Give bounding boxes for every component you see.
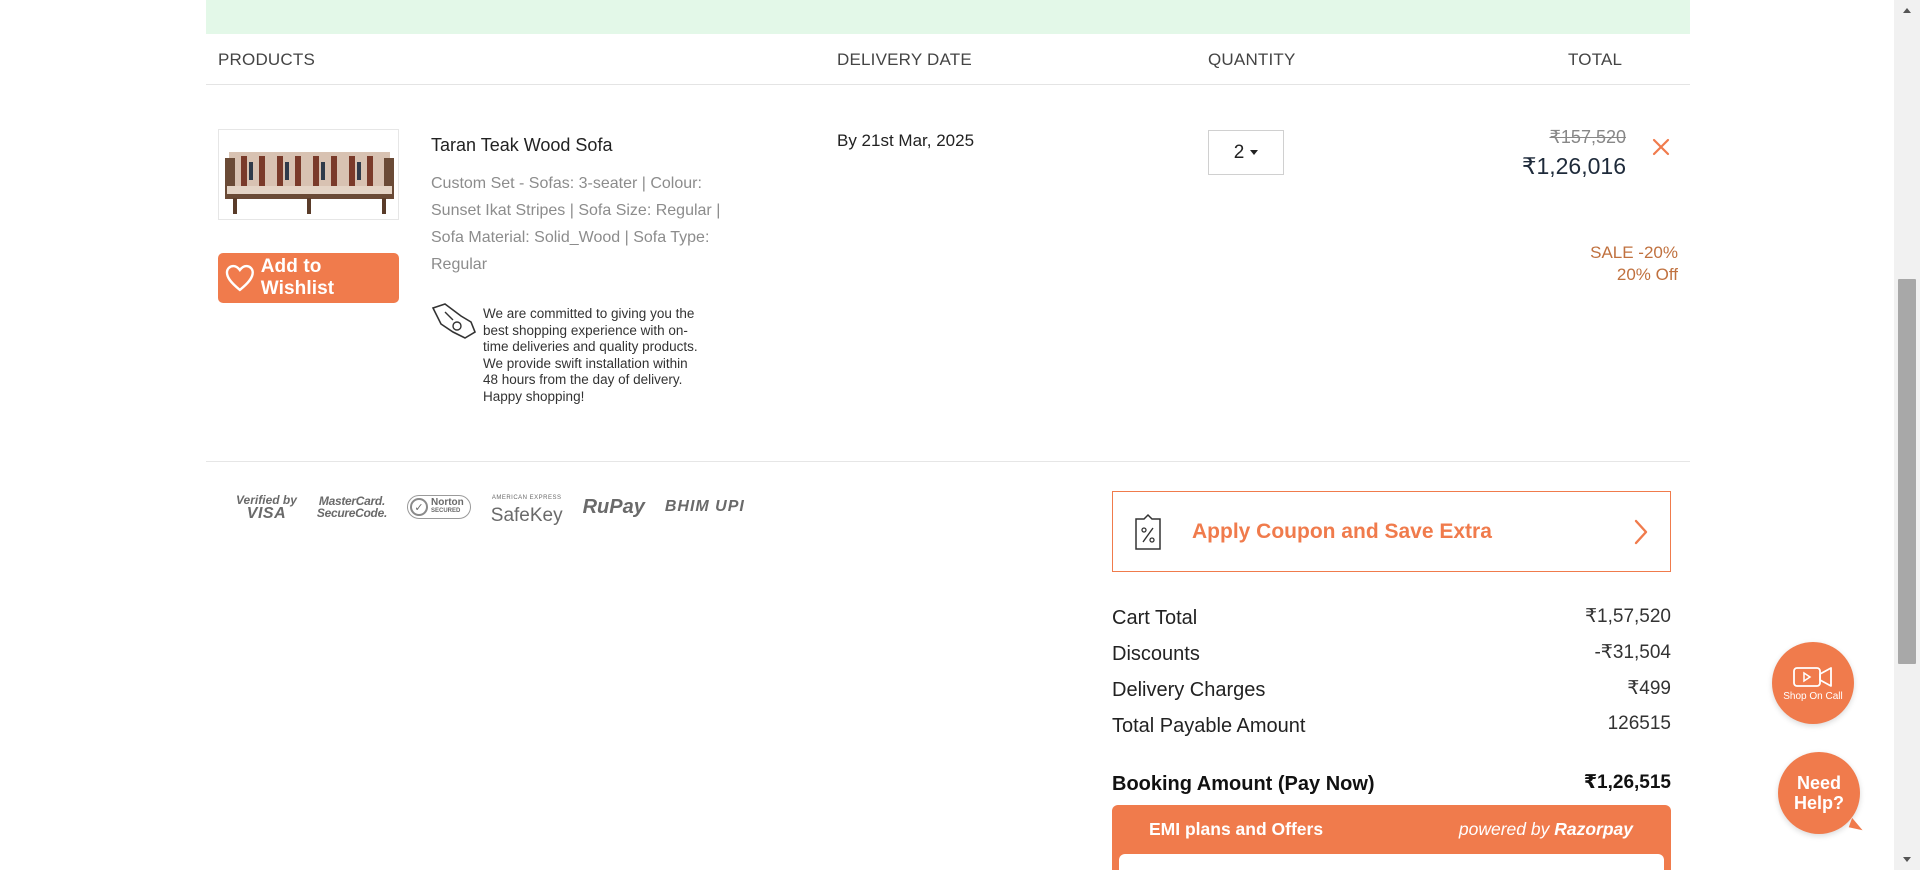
rupay-logo: RuPay [582, 495, 645, 518]
booking-amount-row: Booking Amount (Pay Now) ₹1,26,515 [1112, 772, 1671, 803]
total-payable-label: Total Payable Amount [1112, 715, 1306, 737]
discounts-row: Discounts -₹31,504 [1112, 642, 1671, 673]
verified-by-visa-logo: Verified by VISA [236, 494, 297, 522]
header-delivery-date: DELIVERY DATE [837, 50, 972, 69]
norton-logo-text: Norton [430, 497, 464, 508]
scrollbar-thumb[interactable] [1898, 279, 1916, 664]
divider [206, 461, 1690, 462]
safekey-logo-text: SafeKey [490, 505, 563, 526]
shop-on-call-button[interactable]: Shop On Call [1772, 642, 1854, 724]
delivery-charges-label: Delivery Charges [1112, 679, 1266, 701]
emi-title: EMI plans and Offers [1149, 819, 1324, 839]
quantity-select[interactable]: 2 [1208, 130, 1284, 175]
page-scrollbar[interactable] [1894, 0, 1920, 870]
product-image[interactable] [218, 129, 399, 220]
add-to-wishlist-label: Add to Wishlist [260, 256, 335, 299]
cart-total-value: ₹1,57,520 [1584, 606, 1671, 627]
video-camera-icon [1793, 667, 1832, 687]
discount-percent: 20% Off [1616, 265, 1678, 284]
total-payable-value: 126515 [1607, 713, 1671, 734]
powered-by-razorpay: powered by Razorpay [1459, 819, 1633, 840]
apply-coupon-label: Apply Coupon and Save Extra [1192, 519, 1492, 543]
original-price: ₹157,520 [1549, 127, 1626, 147]
total-payable-row: Total Payable Amount 126515 [1112, 713, 1671, 745]
norton-secured-logo: ✓ Norton SECURED [406, 495, 471, 519]
cart-total-label: Cart Total [1112, 607, 1198, 629]
booking-amount-label: Booking Amount (Pay Now) [1112, 773, 1375, 795]
payment-logos: Verified by VISA MasterCard. SecureCode.… [236, 487, 745, 527]
bhim-upi-logo: BHIM UPI [664, 498, 745, 515]
close-icon[interactable] [1650, 136, 1672, 158]
emi-content [1119, 854, 1664, 870]
add-to-wishlist-button[interactable]: Add to Wishlist [218, 253, 399, 303]
heart-icon [225, 264, 254, 292]
cart-table-header: PRODUCTS DELIVERY DATE QUANTITY TOTAL [206, 34, 1690, 85]
norton-logo-sub: SECURED [430, 508, 461, 514]
final-price: ₹1,26,016 [1521, 153, 1626, 179]
visa-logo-bottom: VISA [246, 505, 287, 522]
emi-offers-panel[interactable]: EMI plans and Offers powered by Razorpay [1112, 805, 1671, 870]
delivery-charges-value: ₹499 [1627, 678, 1671, 699]
delivery-charges-row: Delivery Charges ₹499 [1112, 678, 1671, 709]
razorpay-logo: Razorpay [1554, 819, 1633, 839]
mastercard-securecode-logo: MasterCard. SecureCode. [317, 495, 387, 519]
mastercard-logo-bottom: SecureCode. [316, 506, 387, 520]
header-quantity: QUANTITY [1208, 50, 1296, 69]
hand-money-icon [431, 303, 476, 339]
need-help-button[interactable]: Need Help? [1778, 752, 1866, 834]
header-total: TOTAL [1568, 50, 1623, 69]
cart-total-row: Cart Total ₹1,57,520 [1112, 606, 1671, 637]
delivery-date: By 21st Mar, 2025 [837, 131, 975, 150]
quantity-value: 2 [1233, 141, 1245, 163]
delivery-promise-text: We are committed to giving you the best … [483, 306, 698, 404]
sale-badge: SALE -20% [1590, 243, 1678, 262]
scroll-up-icon[interactable] [1903, 8, 1911, 13]
amex-safekey-logo: AMERICAN EXPRESS SafeKey [491, 489, 563, 525]
coupon-tag-icon [1135, 513, 1161, 550]
shop-on-call-label: Shop On Call [1783, 691, 1843, 702]
need-help-label: Need Help? [1793, 773, 1844, 813]
apply-coupon-button[interactable]: Apply Coupon and Save Extra [1112, 491, 1671, 572]
scroll-down-icon[interactable] [1903, 857, 1911, 862]
product-name[interactable]: Taran Teak Wood Sofa [431, 135, 612, 156]
booking-amount-value: ₹1,26,515 [1583, 772, 1671, 793]
chat-bubble-tail [1848, 817, 1866, 833]
discounts-label: Discounts [1112, 643, 1200, 665]
chevron-down-icon [1250, 150, 1259, 155]
header-products: PRODUCTS [218, 50, 315, 69]
powered-by-label: powered by [1458, 819, 1550, 839]
product-description: Custom Set - Sofas: 3-seater | Colour: S… [431, 175, 721, 273]
chevron-right-icon [1634, 519, 1648, 545]
check-icon: ✓ [409, 498, 428, 516]
success-banner [206, 0, 1690, 34]
discounts-value: -₹31,504 [1594, 642, 1671, 663]
